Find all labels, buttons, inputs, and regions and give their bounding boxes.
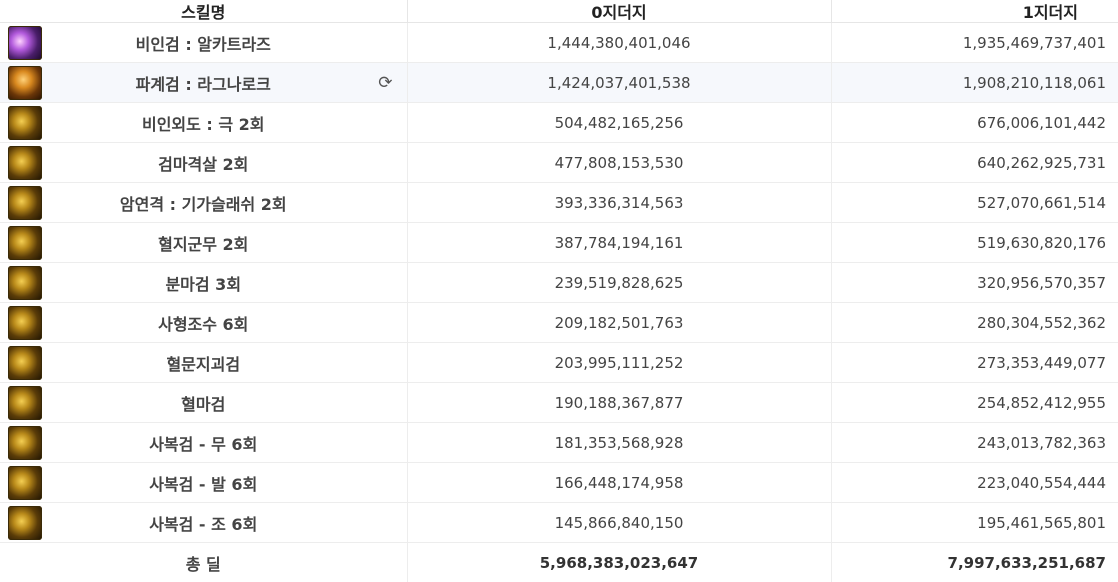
damage-1: 320,956,570,357 xyxy=(831,263,1118,303)
skill-name: 사형조수 6회 xyxy=(158,315,248,334)
refresh-icon[interactable]: ⟳ xyxy=(378,73,392,93)
skill-name: 비인외도 : 극 2회 xyxy=(142,115,265,134)
total-label: 총 딜 xyxy=(0,543,407,582)
header-skill: 스킬명 xyxy=(0,0,407,23)
header-dist0: 0지더지 xyxy=(407,0,831,23)
skill-name: 혈마검 xyxy=(181,395,225,414)
gold-swirl-icon xyxy=(8,386,42,420)
damage-0: 203,995,111,252 xyxy=(407,343,831,383)
skill-name: 혈문지괴검 xyxy=(166,355,240,374)
table-row: 검마격살 2회 477,808,153,530 640,262,925,731 xyxy=(0,143,1118,183)
damage-0: 477,808,153,530 xyxy=(407,143,831,183)
damage-0: 181,353,568,928 xyxy=(407,423,831,463)
table-row: 암연격 : 기가슬래쉬 2회 393,336,314,563 527,070,6… xyxy=(0,183,1118,223)
damage-1: 273,353,449,077 xyxy=(831,343,1118,383)
damage-table: 스킬명 0지더지 1지더지 비인검 : 알카트라즈 1,444,380,401,… xyxy=(0,0,1118,582)
damage-0: 504,482,165,256 xyxy=(407,103,831,143)
damage-0: 1,424,037,401,538 xyxy=(407,63,831,103)
skill-name: 사복검 - 무 6회 xyxy=(149,435,257,454)
header-dist1: 1지더지 xyxy=(831,0,1118,23)
skill-name: 사복검 - 조 6회 xyxy=(149,515,257,534)
damage-0: 190,188,367,877 xyxy=(407,383,831,423)
table-row: 사복검 - 무 6회 181,353,568,928 243,013,782,3… xyxy=(0,423,1118,463)
damage-0: 1,444,380,401,046 xyxy=(407,23,831,63)
total-row: 총 딜 5,968,383,023,647 7,997,633,251,687 xyxy=(0,543,1118,582)
damage-1: 1,908,210,118,061 xyxy=(831,63,1118,103)
damage-1: 195,461,565,801 xyxy=(831,503,1118,543)
table-row: 혈문지괴검 203,995,111,252 273,353,449,077 xyxy=(0,343,1118,383)
damage-0: 387,784,194,161 xyxy=(407,223,831,263)
damage-0: 166,448,174,958 xyxy=(407,463,831,503)
total-damage-1: 7,997,633,251,687 xyxy=(831,543,1118,582)
table-header: 스킬명 0지더지 1지더지 xyxy=(0,0,1118,23)
gold-spear-icon xyxy=(8,466,42,500)
damage-0: 209,182,501,763 xyxy=(407,303,831,343)
damage-0: 145,866,840,150 xyxy=(407,503,831,543)
table-row: 사복검 - 조 6회 145,866,840,150 195,461,565,8… xyxy=(0,503,1118,543)
table-row: 비인검 : 알카트라즈 1,444,380,401,046 1,935,469,… xyxy=(0,23,1118,63)
damage-1: 527,070,661,514 xyxy=(831,183,1118,223)
gold-burst-icon xyxy=(8,226,42,260)
gold-dash-icon xyxy=(8,186,42,220)
table-row: 비인외도 : 극 2회 504,482,165,256 676,006,101,… xyxy=(0,103,1118,143)
table-row: 혈지군무 2회 387,784,194,161 519,630,820,176 xyxy=(0,223,1118,263)
skill-name: 검마격살 2회 xyxy=(158,155,248,174)
skill-name: 혈지군무 2회 xyxy=(158,235,248,254)
gold-slash-icon xyxy=(8,106,42,140)
gold-hook-icon xyxy=(8,506,42,540)
total-damage-0: 5,968,383,023,647 xyxy=(407,543,831,582)
damage-1: 676,006,101,442 xyxy=(831,103,1118,143)
table-row: 파계검 : 라그나로크 ⟳ 1,424,037,401,538 1,908,210… xyxy=(0,63,1118,103)
gold-crescent-icon xyxy=(8,426,42,460)
skill-name: 비인검 : 알카트라즈 xyxy=(136,35,271,54)
damage-1: 223,040,554,444 xyxy=(831,463,1118,503)
ragnarok-icon xyxy=(8,66,42,100)
gold-claw-icon xyxy=(8,146,42,180)
table-row: 분마검 3회 239,519,828,625 320,956,570,357 xyxy=(0,263,1118,303)
damage-0: 239,519,828,625 xyxy=(407,263,831,303)
damage-1: 243,013,782,363 xyxy=(831,423,1118,463)
skill-name: 파계검 : 라그나로크 xyxy=(136,75,271,94)
damage-0: 393,336,314,563 xyxy=(407,183,831,223)
damage-1: 280,304,552,362 xyxy=(831,303,1118,343)
damage-1: 1,935,469,737,401 xyxy=(831,23,1118,63)
table-row: 사형조수 6회 209,182,501,763 280,304,552,362 xyxy=(0,303,1118,343)
table-row: 사복검 - 발 6회 166,448,174,958 223,040,554,4… xyxy=(0,463,1118,503)
damage-1: 519,630,820,176 xyxy=(831,223,1118,263)
skill-name: 암연격 : 기가슬래쉬 2회 xyxy=(120,195,287,214)
table-row: 혈마검 190,188,367,877 254,852,412,955 xyxy=(0,383,1118,423)
gold-arrows-icon xyxy=(8,306,42,340)
skill-name: 사복검 - 발 6회 xyxy=(149,475,257,494)
damage-1: 640,262,925,731 xyxy=(831,143,1118,183)
damage-1: 254,852,412,955 xyxy=(831,383,1118,423)
gold-cross-icon xyxy=(8,346,42,380)
purple-sword-icon xyxy=(8,26,42,60)
skill-name: 분마검 3회 xyxy=(165,275,241,294)
gold-blade-icon xyxy=(8,266,42,300)
